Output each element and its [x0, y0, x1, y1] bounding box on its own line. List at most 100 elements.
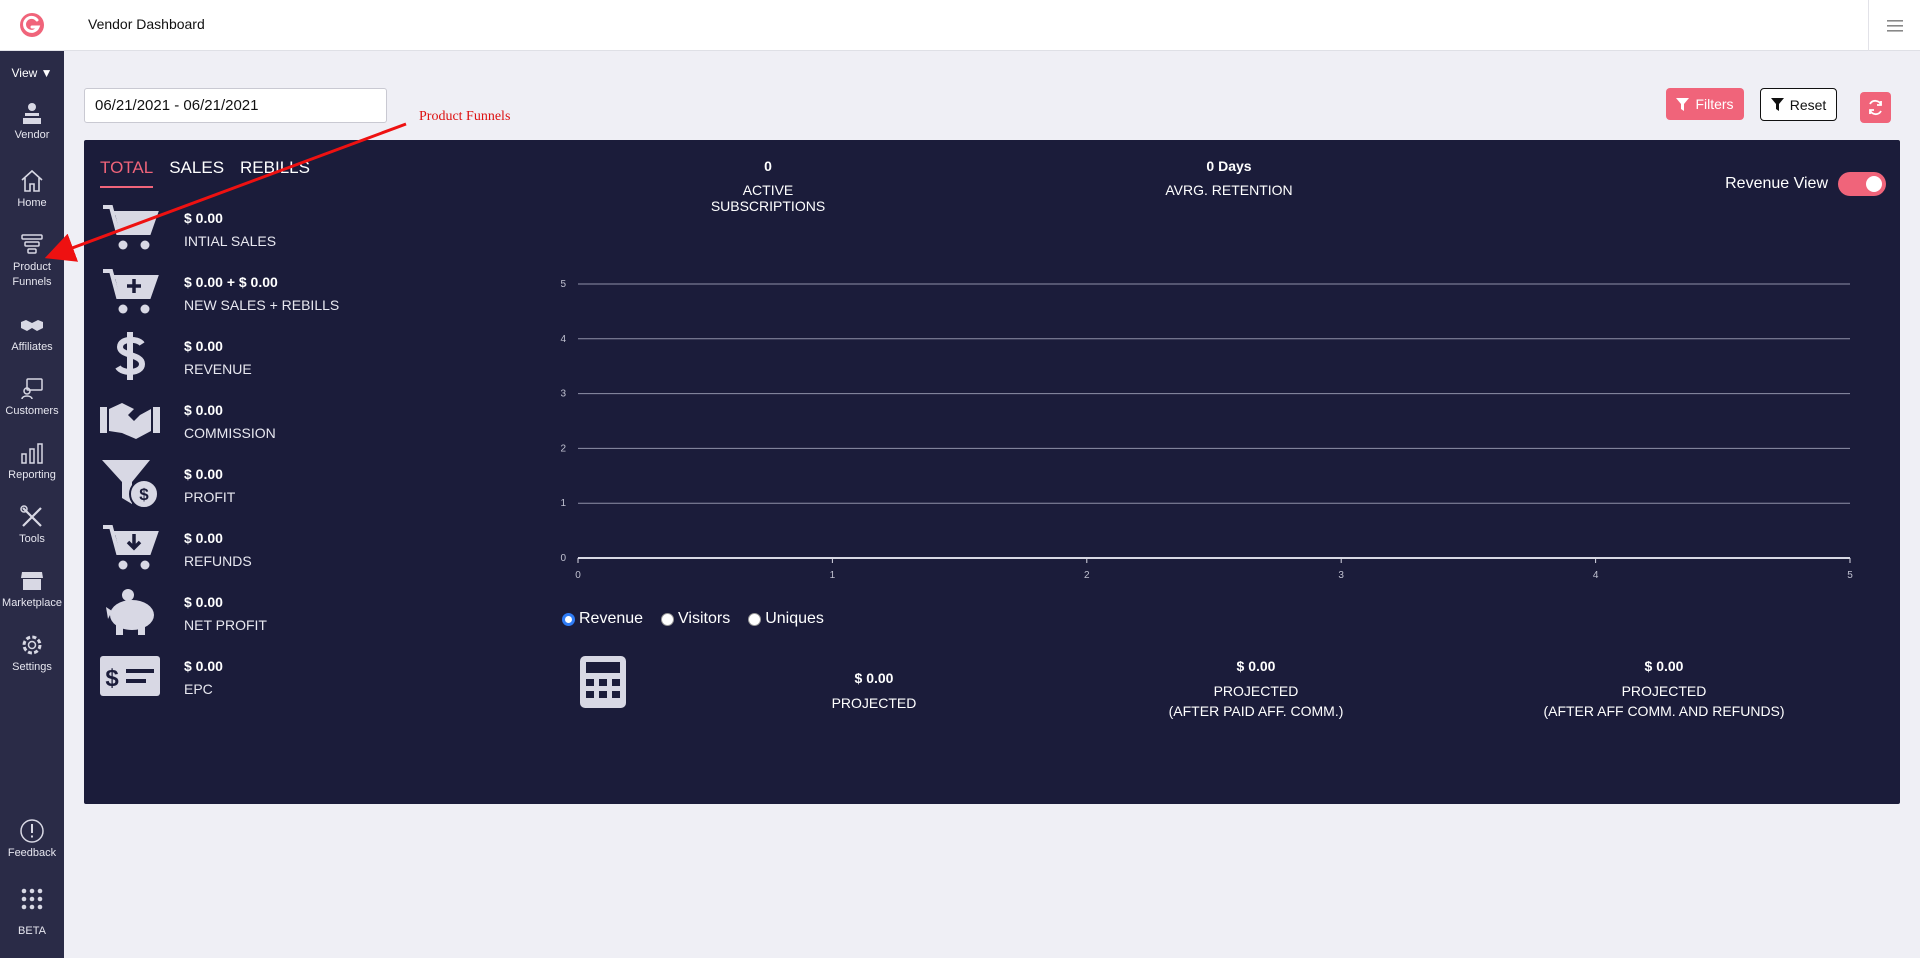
revenue-view-toggle[interactable]	[1838, 172, 1886, 196]
tools-icon	[20, 505, 42, 527]
sidebar-item-label: Tools	[19, 533, 45, 545]
refresh-button[interactable]	[1860, 92, 1891, 123]
radio-dot	[562, 612, 575, 626]
sidebar-item-label: Feedback	[7, 847, 57, 859]
sidebar-item-label: Affiliates	[11, 341, 53, 353]
metric-value: $ 0.00	[184, 210, 223, 226]
gear-icon	[22, 635, 42, 655]
sidebar-item-customers[interactable]: Customers	[0, 376, 64, 419]
metric-label: PROFIT	[184, 489, 236, 505]
annotation-label: Product Funnels	[419, 109, 511, 124]
metric-label: EPC	[184, 681, 213, 697]
funnel-dollar-icon: $	[102, 460, 159, 509]
stat-value: 0 Days	[1206, 158, 1252, 174]
handshake-icon	[21, 320, 43, 331]
metric-net-profit: $ 0.00 NET PROFIT	[100, 586, 460, 646]
metric-label: COMMISSION	[184, 425, 276, 441]
sidebar-item-settings[interactable]: Settings	[0, 632, 64, 675]
metric-value: $ 0.00	[184, 594, 223, 610]
grid-dots-icon	[21, 888, 43, 910]
sidebar-item-label: Vendor	[14, 129, 50, 141]
home-icon	[21, 169, 43, 192]
projection-sublabel: (AFTER PAID AFF. COMM.)	[1168, 703, 1344, 719]
stat-value: 0	[764, 158, 772, 174]
metric-value: $ 0.00	[184, 658, 223, 674]
bar-chart-icon	[21, 443, 43, 464]
sidebar-item-label: Reporting	[8, 469, 56, 481]
revenue-view-label: Revenue View	[1725, 175, 1828, 192]
metric-initial-sales: $ 0.00 INTIAL SALES	[100, 202, 460, 262]
date-range-input[interactable]	[84, 88, 387, 123]
filter-icon	[1770, 98, 1784, 111]
menu-button[interactable]	[1868, 0, 1920, 51]
funnel-icon	[21, 234, 43, 254]
reset-label: Reset	[1789, 96, 1827, 113]
projection-label: PROJECTED	[1621, 683, 1707, 699]
sidebar: View ▼ Vendor Home Product Funnels Affil…	[0, 0, 64, 958]
radio-revenue[interactable]: Revenue	[562, 610, 643, 628]
x-tick-label: 1	[830, 570, 836, 581]
sidebar-item-label: Settings	[12, 661, 52, 673]
cart-icon	[103, 205, 159, 250]
sidebar-item-product-funnels[interactable]: Product Funnels	[0, 232, 64, 290]
filter-icon	[1676, 97, 1690, 111]
reset-button[interactable]: Reset	[1760, 88, 1837, 121]
money-check-icon: $	[100, 656, 160, 696]
tab-rebills[interactable]: REBILLS	[240, 158, 310, 188]
tabs: TOTAL SALES REBILLS	[100, 158, 310, 188]
y-tick-label: 5	[560, 279, 566, 290]
revenue-view: Revenue View	[1725, 172, 1886, 196]
sidebar-item-label: Product Funnels	[12, 261, 52, 288]
revenue-chart: 0 1 2 3 4 5 0 1 2 3 4 5	[560, 279, 1853, 581]
vendor-icon	[23, 103, 41, 124]
radio-visitors[interactable]: Visitors	[661, 610, 730, 628]
y-tick-label: 4	[560, 334, 566, 345]
calculator-icon	[580, 656, 626, 708]
sidebar-item-vendor[interactable]: Vendor	[0, 100, 64, 143]
filters-label: Filters	[1695, 96, 1734, 112]
projection-value: $ 0.00	[854, 670, 894, 686]
tab-sales[interactable]: SALES	[169, 158, 224, 188]
svg-text:$: $	[139, 485, 149, 504]
refresh-icon	[1869, 99, 1882, 116]
projection-label: PROJECTED	[831, 695, 917, 711]
filters-button[interactable]: Filters	[1666, 88, 1744, 120]
stat-avrg-retention: 0 Days AVRG. RETENTION	[1154, 158, 1304, 198]
radio-label: Revenue	[579, 610, 644, 627]
tab-total[interactable]: TOTAL	[100, 158, 154, 188]
sidebar-item-label: Marketplace	[2, 597, 62, 609]
metric-refunds: $ 0.00 REFUNDS	[100, 522, 460, 582]
sidebar-item-label: Home	[17, 197, 47, 209]
sidebar-item-tools[interactable]: Tools	[0, 504, 64, 547]
sidebar-item-feedback[interactable]: Feedback	[0, 818, 64, 861]
view-toggle[interactable]: View ▼	[0, 53, 64, 93]
metric-value: $ 0.00 + $ 0.00	[184, 274, 278, 290]
logo[interactable]	[0, 0, 64, 51]
dashboard-panel: TOTAL SALES REBILLS $ 0.00 INTIAL SALES …	[84, 140, 1900, 804]
stat-active-subscriptions: 0 ACTIVE SUBSCRIPTIONS	[688, 158, 848, 214]
projection-sublabel: (AFTER AFF COMM. AND REFUNDS)	[1543, 703, 1785, 719]
logo-icon	[20, 13, 44, 37]
metric-profit: $ $ 0.00 PROFIT	[100, 458, 460, 518]
sidebar-item-affiliates[interactable]: Affiliates	[0, 312, 64, 355]
sidebar-item-reporting[interactable]: Reporting	[0, 440, 64, 483]
x-tick-label: 3	[1338, 570, 1344, 581]
radio-label: Uniques	[765, 610, 824, 627]
projection-projected: $ 0.00 PROJECTED	[804, 668, 944, 713]
y-tick-label: 3	[560, 389, 566, 400]
radio-uniques[interactable]: Uniques	[748, 610, 824, 628]
metric-label: NET PROFIT	[184, 617, 267, 633]
sidebar-item-home[interactable]: Home	[0, 168, 64, 211]
svg-text:$: $	[105, 665, 119, 692]
stat-label: ACTIVE SUBSCRIPTIONS	[710, 182, 826, 214]
x-tick-label: 5	[1847, 570, 1853, 581]
radio-label: Visitors	[678, 610, 731, 627]
x-tick-label: 0	[575, 570, 581, 581]
metric-revenue: $ 0.00 REVENUE	[100, 330, 460, 390]
sidebar-item-marketplace[interactable]: Marketplace	[0, 568, 64, 611]
sidebar-item-label: BETA	[18, 925, 46, 937]
sidebar-item-beta[interactable]: BETA	[0, 886, 64, 939]
dollar-icon	[115, 332, 146, 380]
x-tick-label: 4	[1593, 570, 1599, 581]
exclamation-icon	[20, 819, 44, 843]
